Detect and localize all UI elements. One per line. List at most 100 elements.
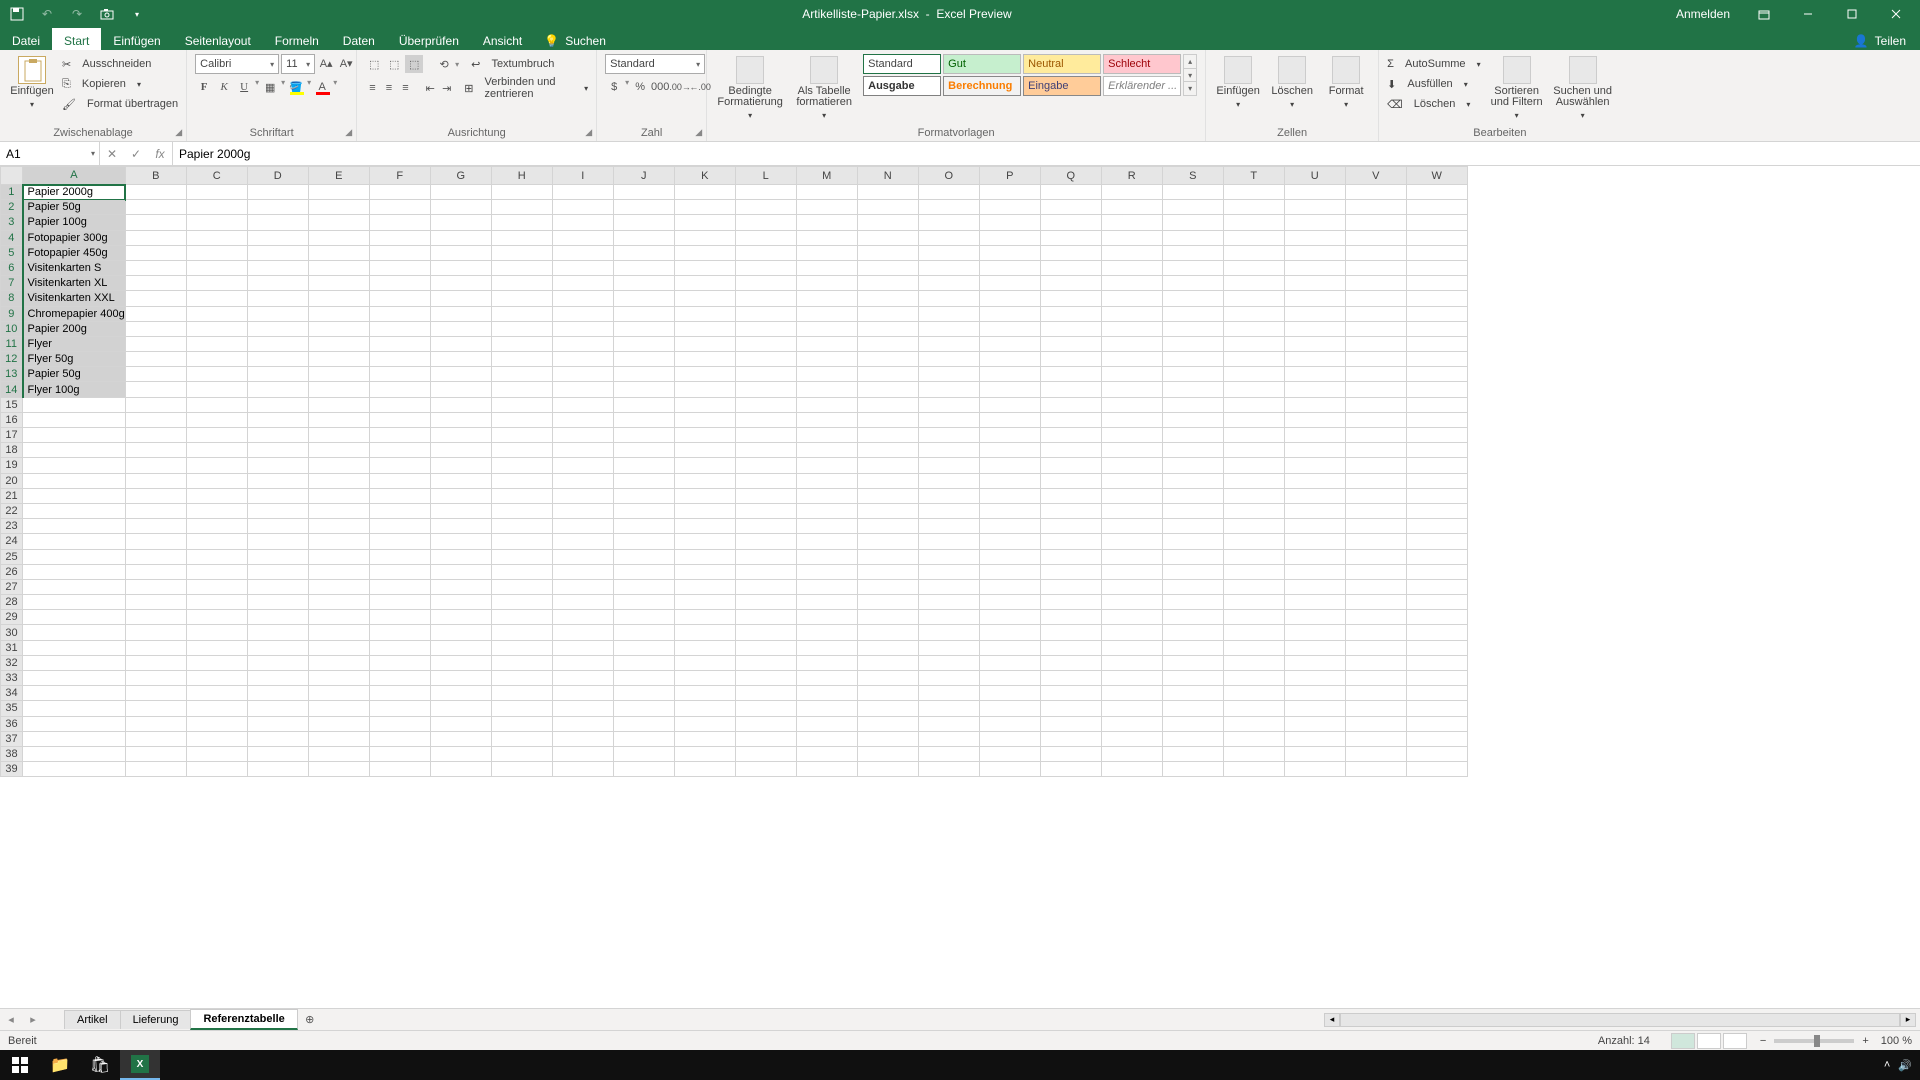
conditional-formatting-button[interactable]: Bedingte Formatierung▾ [715, 54, 785, 121]
cell-E39[interactable] [308, 762, 369, 777]
worksheet-grid[interactable]: ABCDEFGHIJKLMNOPQRSTUVW1Papier 2000g2Pap… [0, 166, 1920, 1008]
cell-O32[interactable] [918, 655, 979, 670]
cell-M33[interactable] [796, 671, 857, 686]
col-header-G[interactable]: G [430, 167, 491, 185]
cell-D28[interactable] [247, 595, 308, 610]
cell-N19[interactable] [857, 458, 918, 473]
cell-U18[interactable] [1284, 443, 1345, 458]
cell-I38[interactable] [552, 746, 613, 761]
cell-H34[interactable] [491, 686, 552, 701]
cell-B11[interactable] [125, 336, 186, 351]
cell-A36[interactable] [23, 716, 126, 731]
cell-N38[interactable] [857, 746, 918, 761]
cell-M24[interactable] [796, 534, 857, 549]
style-standard[interactable]: Standard [863, 54, 941, 74]
cell-V10[interactable] [1345, 321, 1406, 336]
cell-L35[interactable] [735, 701, 796, 716]
cell-R20[interactable] [1101, 473, 1162, 488]
cell-B15[interactable] [125, 397, 186, 412]
cell-I36[interactable] [552, 716, 613, 731]
cell-I18[interactable] [552, 443, 613, 458]
cell-B37[interactable] [125, 731, 186, 746]
undo-icon[interactable]: ↶ [36, 3, 58, 25]
row-header-11[interactable]: 11 [1, 336, 23, 351]
cell-K18[interactable] [674, 443, 735, 458]
cell-A19[interactable] [23, 458, 126, 473]
sheet-nav-prev-icon[interactable]: ◂ [0, 1013, 22, 1026]
cell-O14[interactable] [918, 382, 979, 397]
cell-P1[interactable] [979, 185, 1040, 200]
row-header-22[interactable]: 22 [1, 503, 23, 518]
cell-I1[interactable] [552, 185, 613, 200]
cell-B20[interactable] [125, 473, 186, 488]
cell-T27[interactable] [1223, 579, 1284, 594]
cell-E34[interactable] [308, 686, 369, 701]
col-header-S[interactable]: S [1162, 167, 1223, 185]
cell-E22[interactable] [308, 503, 369, 518]
cell-Q30[interactable] [1040, 625, 1101, 640]
cell-F37[interactable] [369, 731, 430, 746]
cell-D2[interactable] [247, 200, 308, 215]
cell-I35[interactable] [552, 701, 613, 716]
view-pagebreak-icon[interactable] [1723, 1033, 1747, 1049]
cell-E7[interactable] [308, 276, 369, 291]
cell-S9[interactable] [1162, 306, 1223, 321]
cell-W38[interactable] [1406, 746, 1467, 761]
cell-C23[interactable] [186, 519, 247, 534]
paste-button[interactable]: Einfügen▾ [8, 54, 56, 110]
cell-C29[interactable] [186, 610, 247, 625]
row-header-5[interactable]: 5 [1, 245, 23, 260]
cell-K39[interactable] [674, 762, 735, 777]
cell-L21[interactable] [735, 488, 796, 503]
cell-V19[interactable] [1345, 458, 1406, 473]
cell-R23[interactable] [1101, 519, 1162, 534]
row-header-10[interactable]: 10 [1, 321, 23, 336]
cell-G2[interactable] [430, 200, 491, 215]
cell-S2[interactable] [1162, 200, 1223, 215]
cell-F28[interactable] [369, 595, 430, 610]
cell-W20[interactable] [1406, 473, 1467, 488]
cell-T9[interactable] [1223, 306, 1284, 321]
start-button[interactable] [0, 1050, 40, 1080]
cell-D27[interactable] [247, 579, 308, 594]
cell-U28[interactable] [1284, 595, 1345, 610]
cell-K16[interactable] [674, 412, 735, 427]
cell-M8[interactable] [796, 291, 857, 306]
cell-L25[interactable] [735, 549, 796, 564]
italic-button[interactable]: K [215, 78, 233, 96]
cell-E19[interactable] [308, 458, 369, 473]
cell-J17[interactable] [613, 428, 674, 443]
cell-L29[interactable] [735, 610, 796, 625]
cell-U27[interactable] [1284, 579, 1345, 594]
col-header-U[interactable]: U [1284, 167, 1345, 185]
cell-C13[interactable] [186, 367, 247, 382]
cell-C9[interactable] [186, 306, 247, 321]
cell-F24[interactable] [369, 534, 430, 549]
cell-G27[interactable] [430, 579, 491, 594]
cell-G3[interactable] [430, 215, 491, 230]
grow-font-icon[interactable]: A▴ [317, 54, 335, 72]
cell-S25[interactable] [1162, 549, 1223, 564]
cell-N9[interactable] [857, 306, 918, 321]
cell-A18[interactable] [23, 443, 126, 458]
cell-C2[interactable] [186, 200, 247, 215]
cell-L3[interactable] [735, 215, 796, 230]
cell-S5[interactable] [1162, 245, 1223, 260]
cell-N18[interactable] [857, 443, 918, 458]
row-header-20[interactable]: 20 [1, 473, 23, 488]
cell-H25[interactable] [491, 549, 552, 564]
cell-F19[interactable] [369, 458, 430, 473]
cell-N28[interactable] [857, 595, 918, 610]
cell-N25[interactable] [857, 549, 918, 564]
row-header-14[interactable]: 14 [1, 382, 23, 397]
cell-R10[interactable] [1101, 321, 1162, 336]
cell-B22[interactable] [125, 503, 186, 518]
cell-P12[interactable] [979, 352, 1040, 367]
cell-F9[interactable] [369, 306, 430, 321]
cell-E3[interactable] [308, 215, 369, 230]
cell-K25[interactable] [674, 549, 735, 564]
cell-D29[interactable] [247, 610, 308, 625]
cell-J7[interactable] [613, 276, 674, 291]
cell-S16[interactable] [1162, 412, 1223, 427]
decrease-indent-icon[interactable]: ⇤ [423, 79, 438, 97]
